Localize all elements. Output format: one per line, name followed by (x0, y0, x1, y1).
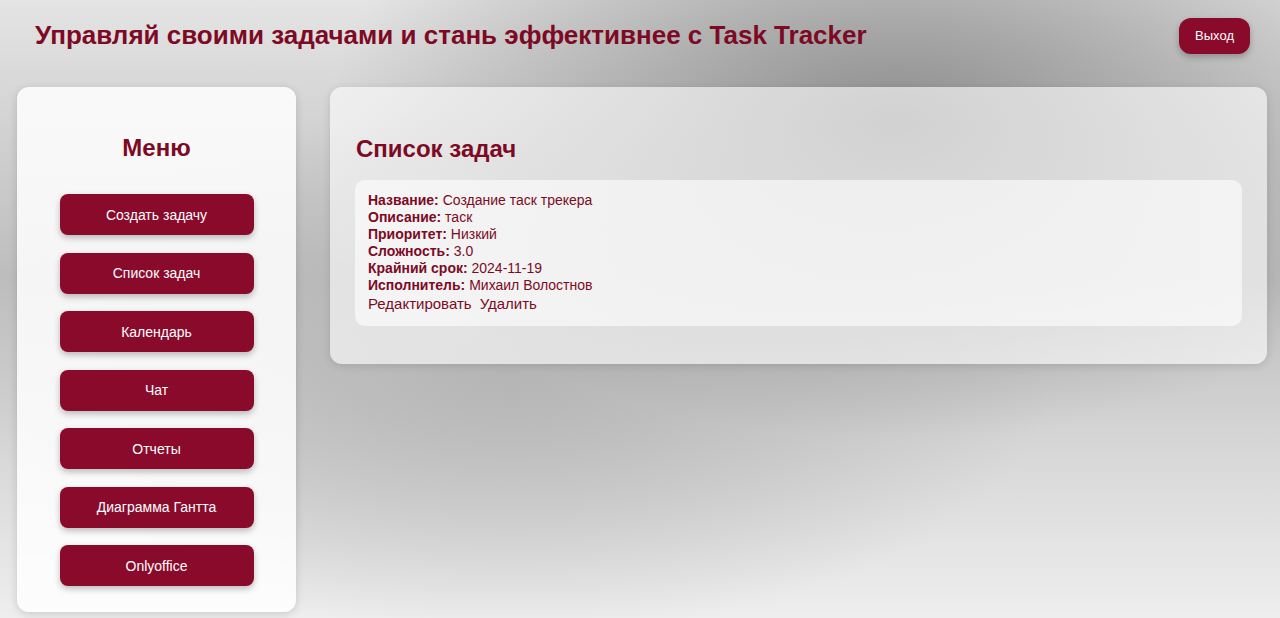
menu-button[interactable]: Создать задачу (60, 194, 254, 235)
menu-button[interactable]: Отчеты (60, 428, 254, 469)
task-field: Приоритет: Низкий (368, 226, 1229, 243)
menu-list: Создать задачу Список задач Календарь Чат От… (60, 194, 254, 586)
logout-button[interactable]: Выход (1179, 18, 1250, 54)
task-panel: Список задач Название: Создание таск трек… (330, 87, 1267, 364)
task-card: Название: Создание таск трекераОписание:… (355, 180, 1242, 326)
field-value: Низкий (451, 226, 497, 242)
field-value: Создание таск трекера (443, 192, 593, 208)
field-label: Название: (368, 192, 439, 208)
task-actions: Редактировать Удалить (368, 295, 1229, 313)
task-field: Сложность: 3.0 (368, 243, 1229, 260)
menu-button[interactable]: Список задач (60, 253, 254, 294)
task-panel-title: Список задач (356, 132, 1242, 166)
sidebar: Меню Создать задачу Список задач Календарь Ч… (17, 87, 296, 612)
task-field: Исполнитель: Михаил Волостнов (368, 277, 1229, 294)
field-value: таск (445, 209, 472, 225)
field-label: Крайний срок: (368, 260, 468, 276)
field-label: Приоритет: (368, 226, 447, 242)
app: Управляй своими задачами и стань эффекти… (0, 0, 1280, 618)
content: Меню Создать задачу Список задач Календарь Ч… (0, 87, 1280, 618)
field-value: Михаил Волостнов (469, 277, 592, 293)
menu-button[interactable]: Чат (60, 370, 254, 411)
field-value: 2024-11-19 (472, 260, 543, 276)
task-field: Крайний срок: 2024-11-19 (368, 260, 1229, 277)
app-title: Управляй своими задачами и стань эффекти… (35, 20, 867, 51)
field-label: Сложность: (368, 243, 450, 259)
menu-button[interactable]: Onlyoffice (60, 545, 254, 586)
field-label: Описание: (368, 209, 441, 225)
menu-title: Меню (122, 131, 190, 165)
task-action-link[interactable]: Удалить (480, 295, 537, 313)
header: Управляй своими задачами и стань эффекти… (0, 0, 1280, 87)
task-field: Название: Создание таск трекера (368, 192, 1229, 209)
field-label: Исполнитель: (368, 277, 465, 293)
menu-button[interactable]: Календарь (60, 311, 254, 352)
task-field: Описание: таск (368, 209, 1229, 226)
field-value: 3.0 (454, 243, 473, 259)
task-action-link[interactable]: Редактировать (368, 295, 472, 313)
task-list: Название: Создание таск трекераОписание:… (356, 180, 1242, 326)
menu-button[interactable]: Диаграмма Гантта (60, 487, 254, 528)
